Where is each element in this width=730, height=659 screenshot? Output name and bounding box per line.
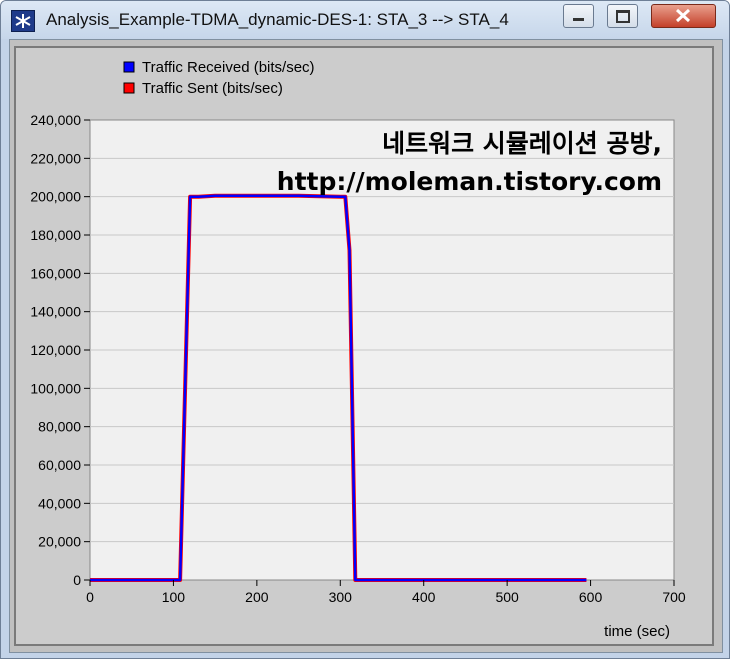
legend-label: Traffic Received (bits/sec)	[142, 59, 315, 76]
x-tick-label: 0	[86, 589, 94, 605]
x-tick-label: 100	[162, 589, 186, 605]
x-tick-label: 700	[662, 589, 686, 605]
window-title: Analysis_Example-TDMA_dynamic-DES-1: STA…	[46, 10, 509, 29]
y-tick-label: 120,000	[30, 342, 81, 358]
y-tick-label: 100,000	[30, 380, 81, 396]
watermark-line1: 네트워크 시뮬레이션 공방,	[382, 129, 662, 158]
x-tick-label: 200	[245, 589, 269, 605]
legend: Traffic Received (bits/sec) Traffic Sent …	[123, 59, 315, 97]
y-tick-label: 60,000	[38, 457, 81, 473]
y-tick-label: 240,000	[30, 112, 81, 128]
y-tick-label: 160,000	[30, 265, 81, 281]
legend-swatch	[123, 82, 135, 94]
maximize-icon	[616, 10, 630, 23]
y-tick-label: 200,000	[30, 189, 81, 205]
x-axis-label: time (sec)	[604, 623, 670, 640]
x-tick-label: 400	[412, 589, 436, 605]
chart-panel: 0 20,000 40,000 60,000 80,000 100,000 120,000 1…	[14, 46, 714, 646]
legend-swatch	[123, 61, 135, 73]
y-tick-label: 140,000	[30, 304, 81, 320]
close-button[interactable]	[651, 4, 716, 28]
asterisk-star-icon	[11, 10, 35, 32]
maximize-button[interactable]	[607, 4, 638, 28]
y-tick-label: 40,000	[38, 495, 81, 511]
analysis-window: Analysis_Example-TDMA_dynamic-DES-1: STA…	[0, 0, 730, 659]
line-chart: 0 20,000 40,000 60,000 80,000 100,000 120,000 1…	[30, 59, 686, 640]
y-tick-label: 20,000	[38, 534, 81, 550]
x-tick-label: 600	[579, 589, 603, 605]
y-tick-label: 0	[73, 572, 81, 588]
legend-label: Traffic Sent (bits/sec)	[142, 80, 283, 97]
y-tick-label: 220,000	[30, 150, 81, 166]
watermark-line2: http://moleman.tistory.com	[277, 167, 662, 196]
client-area: 0 20,000 40,000 60,000 80,000 100,000 120,000 1…	[9, 39, 723, 653]
title-bar[interactable]: Analysis_Example-TDMA_dynamic-DES-1: STA…	[1, 1, 729, 39]
minimize-icon	[573, 18, 584, 21]
minimize-button[interactable]	[563, 4, 594, 28]
close-icon	[675, 8, 691, 23]
y-tick-label: 180,000	[30, 227, 81, 243]
y-tick-label: 80,000	[38, 419, 81, 435]
x-tick-label: 300	[329, 589, 353, 605]
x-tick-label: 500	[495, 589, 519, 605]
